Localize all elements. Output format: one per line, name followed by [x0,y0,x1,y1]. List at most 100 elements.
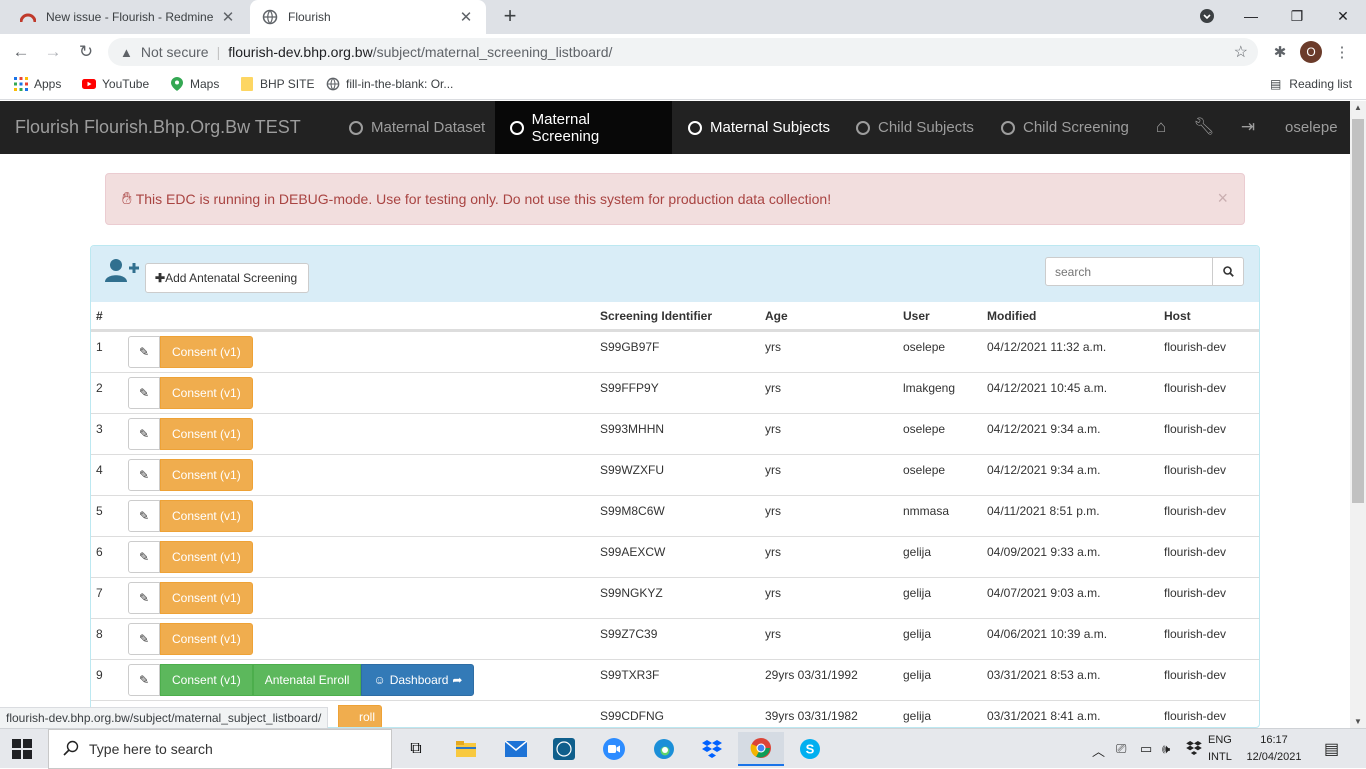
notifications-icon[interactable]: ▤ [1324,739,1339,759]
close-icon[interactable]: × [1217,188,1228,209]
nav-maternal-screening[interactable]: Maternal Screening [495,101,672,154]
windows-taskbar: Type here to search ⧉ S ︿ ⎚ ▭ 🕪︎ ENG INT… [0,728,1366,769]
hand-stop-icon: ✋︎ [122,189,132,208]
user-circle-icon: ☺ [373,673,386,687]
screening-identifier: S99Z7C39 [600,627,658,641]
scroll-down-icon[interactable]: ▼ [1350,717,1366,726]
edit-button[interactable]: ✎ [128,418,160,450]
nav-child-subjects[interactable]: Child Subjects [841,101,989,154]
file-explorer-icon[interactable] [452,735,480,763]
modified: 04/06/2021 10:39 a.m. [987,627,1108,641]
mail-icon[interactable] [502,735,530,763]
consent-button[interactable]: Consent (v1) [160,459,253,491]
bookmark-label: Apps [34,77,62,91]
screening-identifier: S993MHHN [600,422,665,436]
add-antenatal-screening-button[interactable]: ✚ Add Antenatal Screening [145,263,309,293]
row-actions: ✎ Consent (v1) [128,500,253,532]
antenatal-enroll-button[interactable]: Antenatal Enroll [252,664,362,696]
edit-button[interactable]: ✎ [128,377,160,409]
edit-button[interactable]: ✎ [128,541,160,573]
windows-start-icon[interactable] [12,739,32,759]
tab-flourish[interactable]: Flourish ✕ [250,0,486,34]
dropbox-tray-icon[interactable] [1186,741,1202,758]
edge-icon[interactable] [650,735,678,763]
zoom-icon[interactable] [600,735,628,763]
chevron-up-icon[interactable]: ︿ [1092,741,1105,760]
search-button[interactable] [1212,257,1244,286]
logout-icon[interactable]: ⇥ [1237,117,1259,137]
close-icon[interactable]: ✕ [458,8,474,26]
user: nmmasa [903,504,950,518]
table-row: 8 ✎ Consent (v1) S99Z7C39 yrs gelija 04/… [91,618,1259,659]
bookmark-apps[interactable]: Apps [14,77,61,91]
dell-icon[interactable] [550,735,578,763]
edit-button[interactable]: ✎ [128,664,160,696]
consent-button[interactable]: Consent (v1) [160,623,253,655]
tab-redmine[interactable]: New issue - Flourish - Redmine ✕ [8,0,248,34]
bookmark-fill-in-the-blank[interactable]: fill-in-the-blank: Or... [326,77,453,91]
wrench-icon[interactable]: 🔧︎ [1193,117,1215,137]
consent-button[interactable]: Consent (v1) [160,336,253,368]
nav-label: Maternal Dataset [371,119,486,136]
edit-button[interactable]: ✎ [128,459,160,491]
scroll-up-icon[interactable]: ▲ [1350,103,1366,112]
reload-icon[interactable]: ↻ [73,39,99,65]
home-icon[interactable]: ⌂ [1150,117,1172,137]
username[interactable]: oselepe [1285,119,1338,136]
close-window-icon[interactable]: ✕ [1320,0,1366,32]
bookmark-maps[interactable]: Maps [170,77,219,91]
brand[interactable]: Flourish Flourish.Bhp.Org.Bw TEST [15,117,301,138]
new-tab-icon[interactable]: + [498,4,522,28]
consent-button[interactable]: Consent (v1) [160,664,253,696]
page-scrollbar[interactable]: ▲ ▼ [1350,101,1366,728]
consent-button[interactable]: Consent (v1) [160,377,253,409]
chrome-taskbar-icon[interactable] [738,732,784,766]
bookmark-star-icon[interactable]: ☆ [1234,42,1248,62]
network-icon[interactable]: ▭ [1140,741,1152,757]
forward-icon[interactable]: → [40,39,66,65]
consent-button[interactable]: Consent (v1) [160,500,253,532]
consent-button[interactable]: Consent (v1) [160,418,253,450]
scrollbar-thumb[interactable] [1352,119,1364,503]
language-indicator[interactable]: ENG INTL [1208,732,1232,766]
close-icon[interactable]: ✕ [220,8,236,26]
warning-icon[interactable]: ▲ [120,45,133,60]
minimize-icon[interactable]: — [1228,0,1274,32]
volume-icon[interactable]: 🕪︎ [1162,741,1170,757]
host: flourish-dev [1164,545,1227,559]
camera-icon[interactable]: ⎚ [1116,741,1126,757]
nav-child-screening[interactable]: Child Screening [986,101,1144,154]
dropbox-icon[interactable] [698,735,726,763]
extensions-icon[interactable]: ✱ [1270,42,1290,62]
consent-button[interactable]: Consent (v1) [160,541,253,573]
taskbar-search[interactable]: Type here to search [48,729,392,769]
edit-button[interactable]: ✎ [128,623,160,655]
restore-icon[interactable]: ❐ [1274,0,1320,32]
edit-button[interactable]: ✎ [128,582,160,614]
edit-button[interactable]: ✎ [128,500,160,532]
tab-search-icon[interactable] [1184,0,1230,32]
modified: 03/31/2021 8:53 a.m. [987,668,1101,682]
menu-icon[interactable]: ⋮ [1332,42,1352,62]
task-view-icon[interactable]: ⧉ [402,735,430,763]
reading-list[interactable]: ▤ Reading list [1270,77,1352,91]
user: gelija [903,586,932,600]
divider: | [216,44,221,60]
nav-maternal-subjects[interactable]: Maternal Subjects [673,101,845,154]
url-field[interactable]: ▲ Not secure | flourish-dev.bhp.org.bw /… [108,38,1258,66]
nav-maternal-dataset[interactable]: Maternal Dataset [334,101,500,154]
nav-label: Maternal Subjects [710,119,831,136]
consent-button[interactable]: Consent (v1) [160,582,253,614]
search-input[interactable] [1045,257,1213,286]
security-label[interactable]: Not secure [141,44,209,60]
enroll-button[interactable]: roll [338,705,383,727]
clock[interactable]: 16:17 12/04/2021 [1244,732,1304,766]
back-icon[interactable]: ← [8,39,34,65]
dashboard-button[interactable]: ☺ Dashboard ➦ [361,664,475,696]
edit-button[interactable]: ✎ [128,336,160,368]
profile-avatar[interactable]: O [1300,41,1322,63]
skype-icon[interactable]: S [796,735,824,763]
bookmark-bhp-site[interactable]: BHP SITE [240,77,314,91]
age: yrs [765,586,781,600]
bookmark-youtube[interactable]: YouTube [82,77,149,91]
